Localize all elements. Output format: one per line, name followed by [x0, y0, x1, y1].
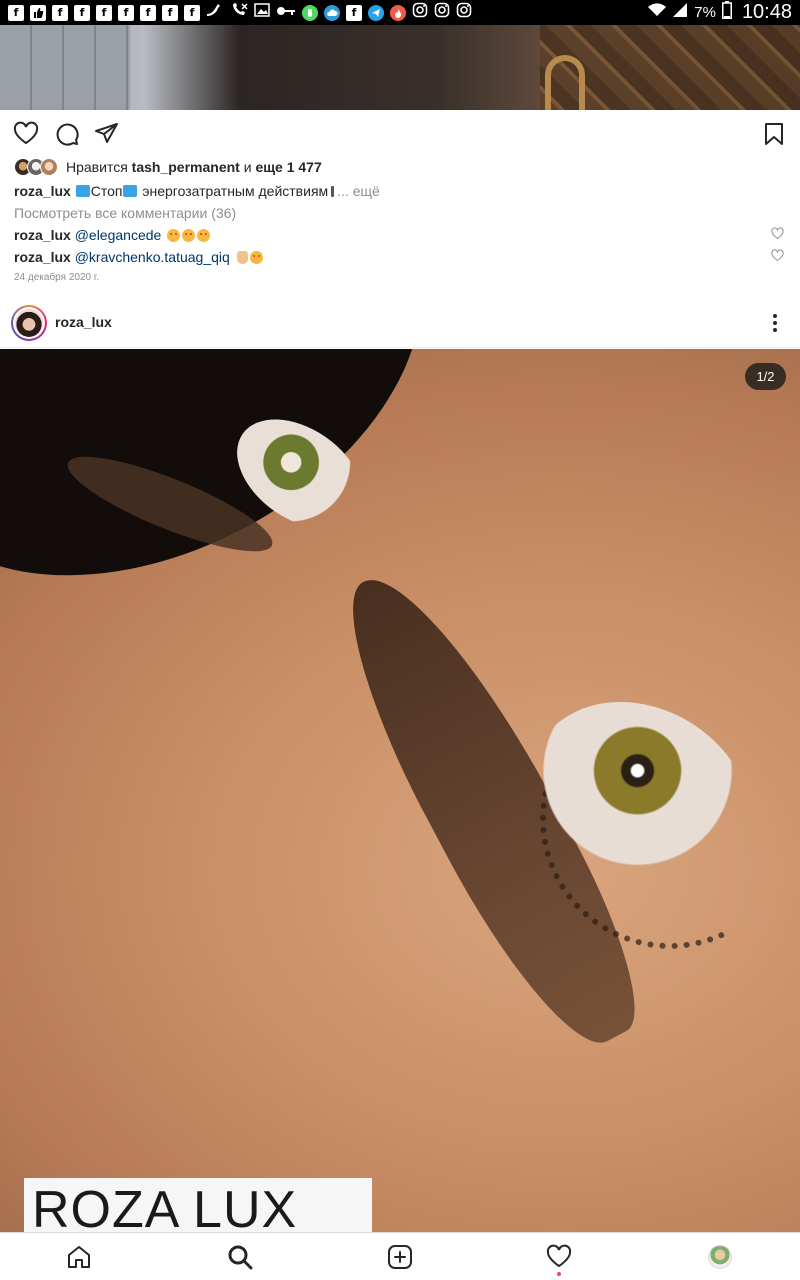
like-notification-icon	[30, 4, 46, 21]
post-photo[interactable]: 1/2 ROZA LUX	[0, 349, 800, 1232]
comment-icon[interactable]	[54, 121, 80, 147]
caption-username[interactable]: roza_lux	[14, 183, 71, 199]
facebook-notification-icon: f	[8, 4, 24, 21]
caption-text: энергозатратным действиям	[142, 183, 329, 199]
caption-more-link[interactable]: ... ещё	[337, 183, 380, 199]
instagram-notification-icon	[434, 2, 450, 23]
post-actions	[0, 115, 800, 153]
wifi-icon	[648, 3, 667, 22]
comment-like-icon[interactable]	[771, 227, 784, 240]
heart-eyes-emoji-icon	[167, 229, 181, 242]
stop-emoji-icon	[75, 185, 90, 197]
cloud-notification-icon	[324, 4, 340, 21]
previous-post-image[interactable]	[0, 25, 800, 110]
exclamation-emoji-icon	[331, 186, 335, 197]
liker-avatars	[14, 158, 58, 176]
status-bar: f f f f f f f f f 7% 10:48	[0, 0, 800, 25]
pointing-hand-emoji-icon	[236, 251, 248, 264]
view-all-comments-link[interactable]: Посмотреть все комментарии (36)	[14, 203, 236, 223]
comment: roza_lux @kravchenko.tatuag_qiq	[14, 247, 263, 267]
instagram-notification-icon	[412, 2, 428, 23]
stop-emoji-icon	[123, 185, 138, 197]
facebook-notification-icon: f	[162, 4, 178, 21]
liker-avatar	[40, 158, 58, 176]
logo-text: ROZA LUX	[32, 1181, 298, 1232]
share-icon[interactable]	[94, 121, 120, 147]
likes-mid: и	[243, 159, 252, 175]
battery-icon	[721, 1, 732, 24]
bookmark-icon[interactable]	[761, 121, 787, 147]
facebook-notification-icon: f	[52, 4, 68, 21]
key-notification-icon	[276, 4, 296, 22]
heart-eyes-emoji-icon	[182, 229, 196, 242]
battery-percent: 7%	[694, 4, 716, 21]
system-status: 7% 10:48	[648, 1, 792, 24]
comment-username[interactable]: roza_lux	[14, 227, 71, 243]
telegram-notification-icon	[368, 4, 384, 21]
heart-eyes-emoji-icon	[197, 229, 211, 242]
signal-icon	[672, 3, 688, 22]
more-options-icon[interactable]	[770, 313, 780, 333]
profile-avatar-icon[interactable]	[708, 1245, 732, 1269]
post-username[interactable]: roza_lux	[55, 314, 112, 330]
instagram-notification-icon	[456, 2, 472, 23]
notification-icons: f f f f f f f f f	[8, 2, 472, 23]
likes-count[interactable]: еще 1 477	[255, 159, 321, 175]
home-icon[interactable]	[66, 1244, 92, 1270]
image-background	[0, 25, 130, 110]
comment: roza_lux @elegancede	[14, 225, 211, 245]
heart-eyes-emoji-icon	[249, 251, 263, 264]
comment-mention[interactable]: @elegancede	[75, 227, 162, 243]
add-post-icon[interactable]	[387, 1244, 413, 1270]
notification-dot	[557, 1272, 561, 1276]
comment-like-icon[interactable]	[771, 249, 784, 262]
post-avatar[interactable]	[11, 305, 47, 341]
clock: 10:48	[741, 1, 792, 23]
post-caption: roza_lux Стоп энергозатратным действиям.…	[14, 181, 380, 201]
post-date: 24 декабря 2020 г.	[14, 272, 100, 283]
fire-notification-icon	[390, 4, 406, 21]
likes-user[interactable]: tash_permanent	[132, 159, 240, 175]
image-detail	[545, 55, 585, 110]
search-icon[interactable]	[227, 1244, 253, 1270]
watermark-logo: ROZA LUX	[24, 1178, 372, 1232]
post-header: roza_lux	[0, 299, 800, 348]
likes-prefix: Нравится	[66, 159, 128, 175]
heart-icon[interactable]	[13, 121, 39, 147]
likes-summary[interactable]: Нравится tash_permanent и еще 1 477	[14, 157, 322, 177]
facebook-notification-icon: f	[184, 4, 200, 21]
phone-notification-icon	[302, 4, 318, 21]
carousel-counter: 1/2	[745, 363, 786, 390]
activity-heart-icon[interactable]	[546, 1244, 572, 1270]
bottom-navigation	[0, 1232, 800, 1280]
muted-call-notification-icon	[230, 2, 248, 23]
caption-text: Стоп	[90, 183, 123, 199]
bird-notification-icon	[206, 2, 224, 23]
image-notification-icon	[254, 2, 270, 23]
comment-username[interactable]: roza_lux	[14, 249, 71, 265]
comment-mention[interactable]: @kravchenko.tatuag_qiq	[75, 249, 230, 265]
facebook-notification-icon: f	[96, 4, 112, 21]
facebook-notification-icon: f	[346, 4, 362, 21]
facebook-notification-icon: f	[74, 4, 90, 21]
facebook-notification-icon: f	[140, 4, 156, 21]
facebook-notification-icon: f	[118, 4, 134, 21]
